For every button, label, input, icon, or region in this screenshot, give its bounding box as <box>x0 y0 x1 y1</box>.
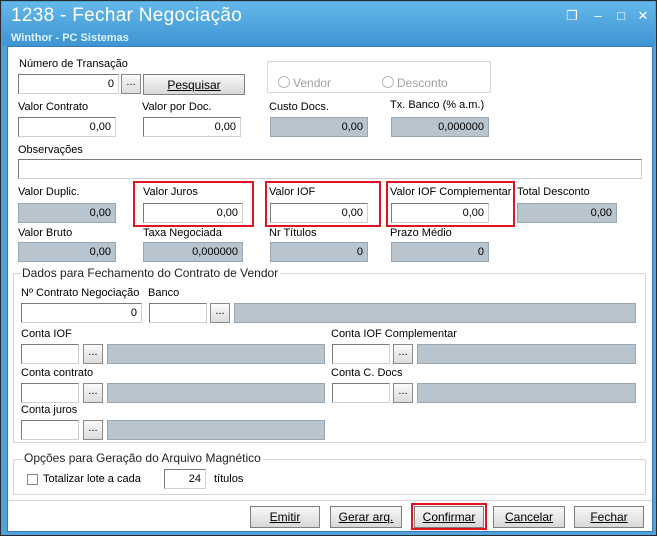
valor-bruto-field: 0,00 <box>18 242 116 262</box>
conta-iof-compl-input[interactable] <box>332 344 390 364</box>
cancelar-button[interactable]: Cancelar <box>493 506 565 528</box>
observacoes-label: Observações <box>18 144 83 156</box>
lote-input[interactable]: 24 <box>164 469 206 489</box>
taxa-negociada-field: 0,000000 <box>143 242 243 262</box>
conta-iof-label: Conta IOF <box>21 328 72 340</box>
valor-bruto-label: Valor Bruto <box>18 227 73 239</box>
totalizar-label: Totalizar lote a cada <box>43 473 141 485</box>
banco-input[interactable] <box>149 303 207 323</box>
fechamento-group-title: Dados para Fechamento do Contrato de Ven… <box>20 266 281 280</box>
tx-banco-field: 0,000000 <box>391 117 489 137</box>
vendor-radio[interactable] <box>278 76 290 88</box>
bottom-separator <box>8 500 652 501</box>
prazo-medio-label: Prazo Médio <box>390 227 452 239</box>
valor-iof-label: Valor IOF <box>269 186 316 198</box>
totalizar-checkbox[interactable] <box>27 474 38 485</box>
titulos-label: títulos <box>214 473 244 485</box>
emitir-button[interactable]: Emitir <box>250 506 320 528</box>
conta-iof-compl-label: Conta IOF Complementar <box>331 328 457 340</box>
contrato-negociacao-input[interactable]: 0 <box>21 303 142 323</box>
confirmar-button[interactable]: Confirmar <box>414 506 484 528</box>
nr-titulos-field: 0 <box>270 242 368 262</box>
valor-juros-input[interactable]: 0,00 <box>143 203 243 223</box>
form-area: Número de Transação 0 ... Pesquisar Vend… <box>7 46 653 532</box>
conta-contrato-label: Conta contrato <box>21 367 94 379</box>
vendor-label: Vendor <box>293 76 332 90</box>
conta-juros-input[interactable] <box>21 420 79 440</box>
conta-contrato-input[interactable] <box>21 383 79 403</box>
conta-iof-compl-description-field <box>417 344 636 364</box>
conta-contrato-description-field <box>107 383 325 403</box>
title-bar[interactable]: 1238 - Fechar Negociação Winthor - PC Si… <box>2 2 655 46</box>
valor-juros-label: Valor Juros <box>143 186 198 198</box>
numero-transacao-lookup-button[interactable]: ... <box>121 74 141 94</box>
close-icon[interactable]: ✕ <box>634 8 652 24</box>
dialog-window: 1238 - Fechar Negociação Winthor - PC Si… <box>0 0 657 536</box>
conta-contrato-lookup-button[interactable]: ... <box>83 383 103 403</box>
conta-c-docs-description-field <box>417 383 636 403</box>
banco-lookup-button[interactable]: ... <box>210 303 230 323</box>
valor-iof-compl-label: Valor IOF Complementar <box>390 186 512 198</box>
valor-duplic-label: Valor Duplic. <box>18 186 80 198</box>
gerar-arq-button[interactable]: Gerar arq. <box>330 506 402 528</box>
taxa-negociada-label: Taxa Negociada <box>143 227 222 239</box>
pesquisar-button[interactable]: Pesquisar <box>143 74 245 95</box>
banco-label: Banco <box>148 287 180 299</box>
valor-contrato-input[interactable]: 0,00 <box>18 117 116 137</box>
valor-iof-input[interactable]: 0,00 <box>270 203 368 223</box>
valor-contrato-label: Valor Contrato <box>18 101 89 113</box>
valor-duplic-field: 0,00 <box>18 203 116 223</box>
conta-juros-label: Conta juros <box>21 404 78 416</box>
numero-transacao-label: Número de Transação <box>19 58 128 70</box>
conta-iof-input[interactable] <box>21 344 79 364</box>
conta-iof-compl-lookup-button[interactable]: ... <box>393 344 413 364</box>
conta-c-docs-lookup-button[interactable]: ... <box>393 383 413 403</box>
window-subtitle: Winthor - PC Sistemas <box>11 32 129 44</box>
conta-juros-description-field <box>107 420 325 440</box>
total-desconto-field: 0,00 <box>517 203 617 223</box>
total-desconto-label: Total Desconto <box>517 186 590 198</box>
desconto-radio[interactable] <box>382 76 394 88</box>
prazo-medio-field: 0 <box>391 242 489 262</box>
custo-docs-label: Custo Docs. <box>269 101 329 113</box>
conta-c-docs-input[interactable] <box>332 383 390 403</box>
banco-description-field <box>234 303 636 323</box>
custo-docs-field: 0,00 <box>270 117 368 137</box>
observacoes-input[interactable] <box>18 159 642 179</box>
conta-iof-lookup-button[interactable]: ... <box>83 344 103 364</box>
fechar-button[interactable]: Fechar <box>574 506 644 528</box>
valor-por-doc-input[interactable]: 0,00 <box>143 117 241 137</box>
maximize-icon[interactable]: □ <box>612 8 630 24</box>
conta-juros-lookup-button[interactable]: ... <box>83 420 103 440</box>
conta-c-docs-label: Conta C. Docs <box>331 367 403 379</box>
minimize-icon[interactable]: – <box>589 8 607 24</box>
conta-iof-description-field <box>107 344 325 364</box>
nr-titulos-label: Nr Títulos <box>269 227 317 239</box>
contrato-negociacao-label: Nº Contrato Negociação <box>21 287 140 299</box>
restore-icon[interactable]: ❐ <box>563 8 581 24</box>
numero-transacao-input[interactable]: 0 <box>18 74 119 94</box>
tx-banco-label: Tx. Banco (% a.m.) <box>390 99 485 111</box>
valor-iof-compl-input[interactable]: 0,00 <box>391 203 489 223</box>
desconto-label: Desconto <box>397 76 448 90</box>
valor-por-doc-label: Valor por Doc. <box>142 101 212 113</box>
opcoes-group-title: Opções para Geração do Arquivo Magnético <box>22 451 263 465</box>
window-title: 1238 - Fechar Negociação <box>11 5 243 26</box>
